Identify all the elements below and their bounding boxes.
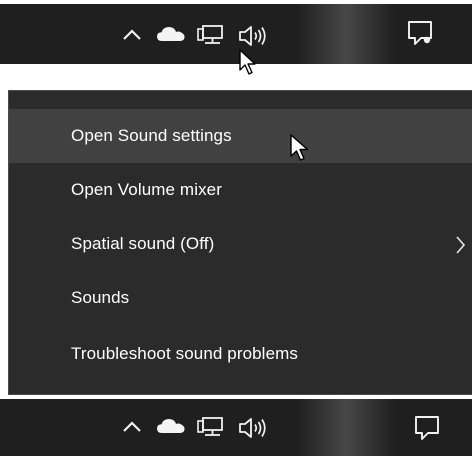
menu-item-spatial-sound[interactable]: Spatial sound (Off) — [9, 217, 472, 271]
mouse-cursor-icon — [289, 133, 311, 168]
blurred-area — [296, 4, 396, 64]
chevron-right-icon — [454, 235, 466, 260]
menu-item-label: Open Volume mixer — [71, 180, 222, 199]
onedrive-cloud-icon[interactable] — [155, 24, 187, 44]
menu-item-troubleshoot-sound-problems[interactable]: Troubleshoot sound problems — [9, 327, 472, 381]
chevron-up-icon[interactable] — [121, 418, 143, 434]
menu-item-open-sound-settings[interactable]: Open Sound settings — [9, 109, 472, 163]
blurred-area — [296, 399, 396, 456]
sound-context-menu: Open Sound settings Open Volume mixer Sp… — [8, 90, 472, 395]
network-icon[interactable] — [197, 415, 227, 441]
taskbar-top — [0, 4, 472, 75]
menu-item-label: Troubleshoot sound problems — [71, 344, 298, 363]
volume-icon[interactable] — [237, 23, 271, 49]
menu-item-label: Sounds — [71, 288, 130, 307]
chevron-up-icon[interactable] — [121, 26, 143, 42]
onedrive-cloud-icon[interactable] — [155, 416, 187, 436]
screenshot-stage: Open Sound settings Open Volume mixer Sp… — [0, 0, 472, 456]
menu-item-label: Spatial sound (Off) — [71, 234, 215, 253]
menu-item-sounds[interactable]: Sounds — [9, 271, 472, 325]
action-center-icon[interactable] — [405, 18, 435, 48]
mouse-cursor-icon — [238, 48, 258, 81]
menu-item-label: Open Sound settings — [71, 126, 232, 145]
taskbar-bottom — [0, 399, 472, 456]
network-icon[interactable] — [197, 23, 227, 49]
action-center-icon[interactable] — [412, 413, 442, 443]
menu-item-open-volume-mixer[interactable]: Open Volume mixer — [9, 163, 472, 217]
volume-icon[interactable] — [237, 415, 271, 441]
